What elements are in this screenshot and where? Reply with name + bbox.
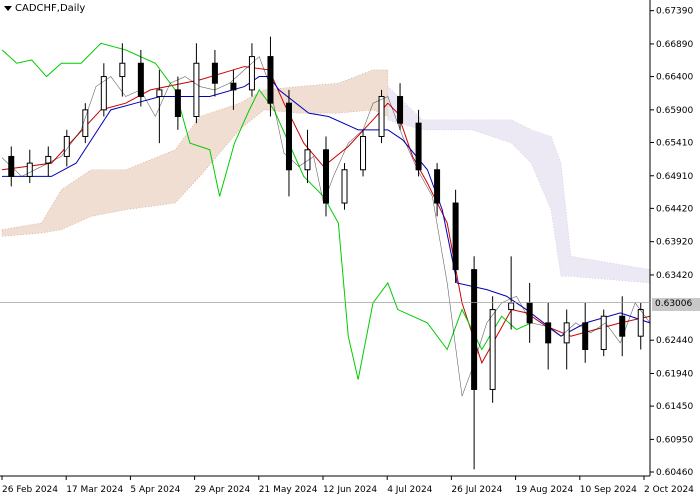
y-tick-label: 0.64910 [656, 172, 693, 182]
x-tick-label: 17 Mar 2024 [66, 485, 123, 495]
candle-body [285, 102, 292, 171]
dropdown-icon[interactable] [4, 6, 12, 11]
y-tick-label: 0.67390 [656, 7, 693, 17]
y-tick-label: 0.61940 [656, 369, 693, 379]
candle-body [415, 122, 422, 171]
candle-body [341, 169, 348, 204]
current-price-tag: 0.63006 [652, 298, 700, 311]
candle-body [397, 96, 404, 124]
candle-body [582, 322, 589, 351]
price-chart[interactable]: 0.67390 0.66890 0.66400 0.65900 0.65410 0.649… [0, 0, 700, 500]
candle-body [193, 62, 200, 118]
candle-body [434, 169, 441, 204]
y-tick-label: 0.64420 [656, 204, 693, 214]
candle-body [119, 62, 126, 78]
y-tick-label: 0.66400 [656, 73, 693, 83]
candle-body [211, 62, 218, 84]
candle-body [452, 202, 459, 271]
y-tick-label: 0.66890 [656, 40, 693, 50]
chart-window: 0.67390 0.66890 0.66400 0.65900 0.65410 0.649… [0, 0, 700, 500]
y-tick-label: 0.65900 [656, 106, 693, 116]
x-tick-label: 5 Apr 2024 [130, 485, 180, 495]
y-tick-label: 0.60460 [656, 468, 693, 478]
candle-body [360, 135, 367, 171]
candle-body [378, 96, 385, 137]
candle-body [471, 269, 478, 390]
x-tick-label: 29 Apr 2024 [195, 485, 251, 495]
candle-body [267, 56, 274, 104]
candle-body [545, 322, 552, 344]
candle-body [26, 162, 33, 177]
y-tick-label: 0.62440 [656, 336, 693, 346]
x-tick-label: 19 Aug 2024 [516, 485, 574, 495]
candle-body [323, 149, 329, 204]
candle-body [137, 62, 144, 98]
x-tick-label: 4 Jul 2024 [387, 485, 432, 495]
symbol-label: CADCHF,Daily [15, 3, 86, 14]
x-tick-label: 2 Oct 2024 [644, 485, 694, 495]
y-tick-label: 0.61450 [656, 402, 693, 412]
candle-body [637, 309, 644, 337]
chart-title[interactable]: CADCHF,Daily [4, 3, 85, 14]
candle-body [174, 89, 181, 118]
candle-body [489, 309, 496, 390]
x-tick-label: 10 Sep 2024 [580, 485, 637, 495]
x-tick-label: 26 Feb 2024 [2, 485, 58, 495]
y-tick-label: 0.60950 [656, 435, 693, 445]
candle-body [304, 149, 311, 171]
candle-body [600, 315, 607, 351]
y-tick-label: 0.63420 [656, 271, 693, 281]
candle-body [508, 302, 515, 311]
x-tick-label: 26 Jul 2024 [451, 485, 502, 495]
candle-body [156, 89, 163, 98]
candle-body [230, 82, 237, 91]
x-tick-label: 12 Jun 2024 [323, 485, 377, 495]
y-tick-label: 0.65410 [656, 138, 693, 148]
y-tick-label: 0.63920 [656, 238, 693, 248]
cloud-band-1 [387, 85, 651, 284]
x-tick-label: 21 May 2024 [259, 485, 318, 495]
